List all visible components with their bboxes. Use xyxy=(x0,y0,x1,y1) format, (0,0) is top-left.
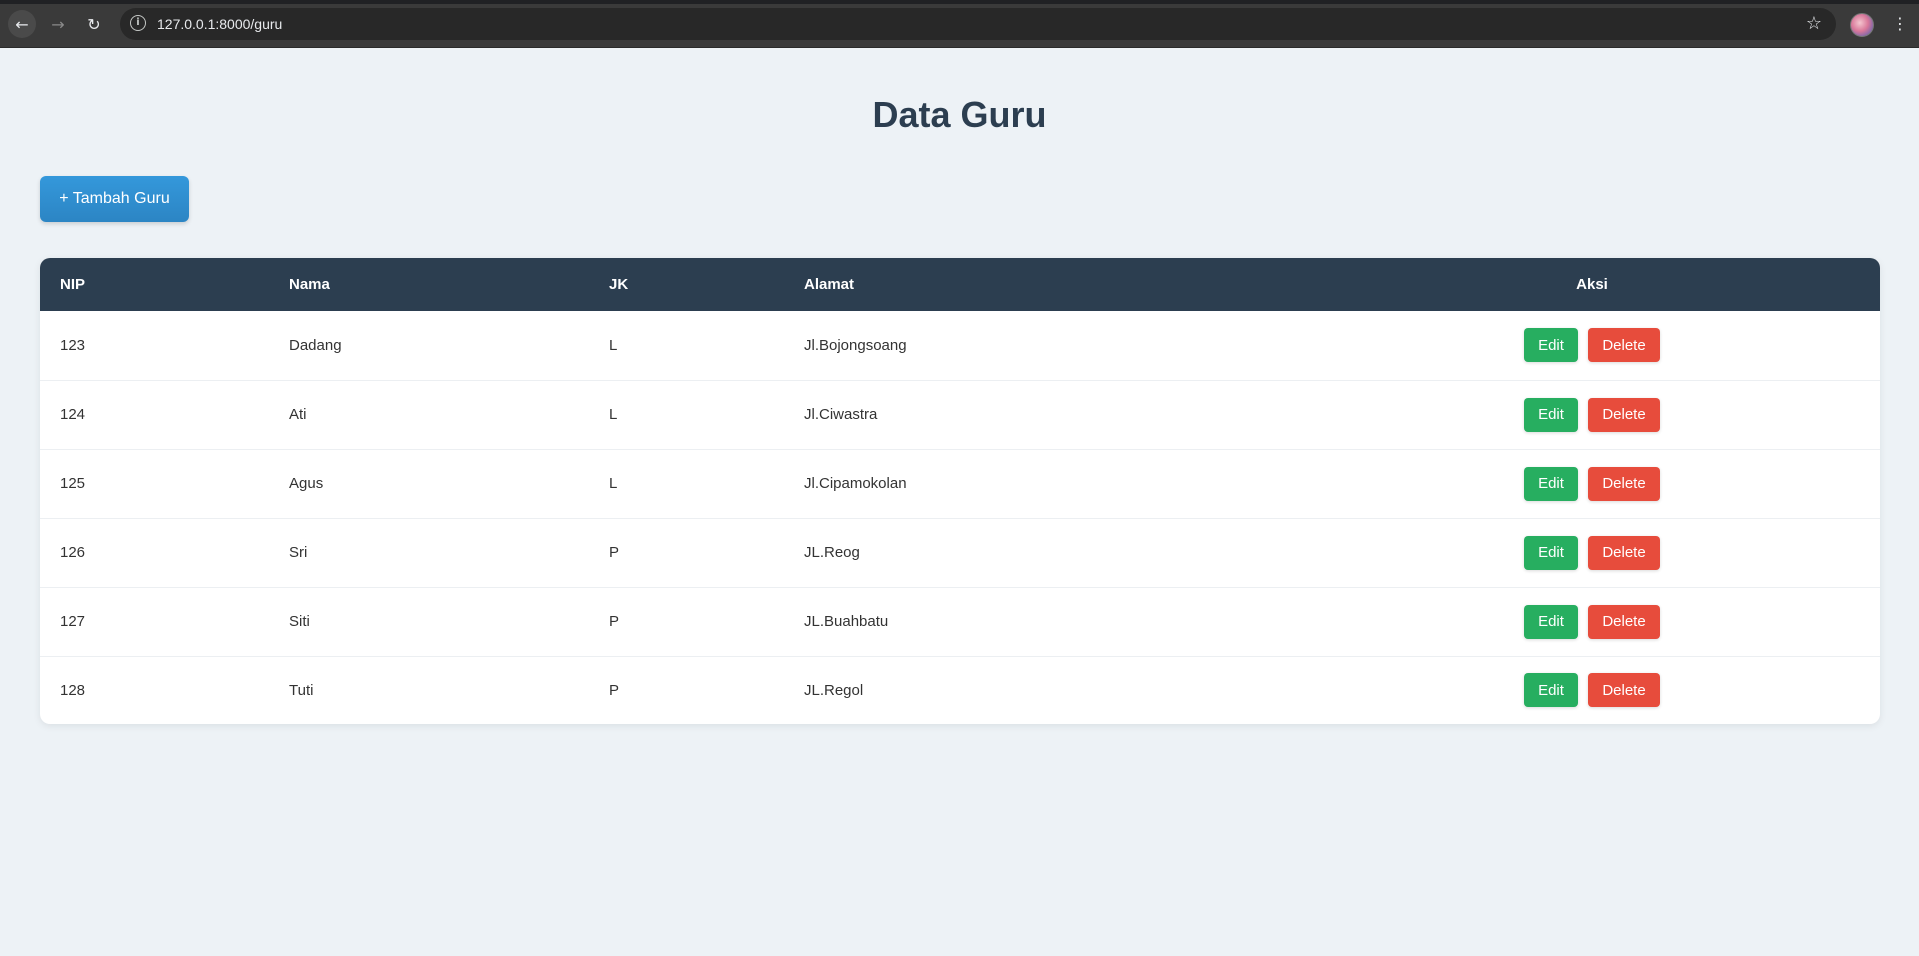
cell-nip: 124 xyxy=(60,406,86,423)
cell-jk: L xyxy=(609,475,618,492)
edit-button[interactable]: Edit xyxy=(1524,535,1578,570)
column-header-alamat: Alamat xyxy=(804,276,855,293)
cell-jk: L xyxy=(609,406,618,423)
guru-table: NIP Nama JK Alamat Aksi 123 Dadang L Jl.… xyxy=(40,258,1880,724)
site-info-icon[interactable]: i xyxy=(130,15,146,31)
cell-alamat: JL.Buahbatu xyxy=(804,613,889,630)
cell-nip: 127 xyxy=(60,613,86,630)
back-arrow-icon[interactable]: ← xyxy=(8,10,36,38)
cell-jk: P xyxy=(609,613,620,630)
cell-alamat: JL.Reog xyxy=(804,544,860,561)
delete-button[interactable]: Delete xyxy=(1588,535,1660,570)
cell-aksi: Edit Delete xyxy=(1304,449,1880,518)
delete-button[interactable]: Delete xyxy=(1588,328,1660,363)
cell-nip: 125 xyxy=(60,475,86,492)
cell-nip: 126 xyxy=(60,544,86,561)
cell-alamat: Jl.Ciwastra xyxy=(804,406,878,423)
add-guru-button[interactable]: + Tambah Guru xyxy=(40,176,189,222)
bookmark-star-icon[interactable]: ☆ xyxy=(1806,13,1822,34)
cell-aksi: Edit Delete xyxy=(1304,380,1880,449)
browser-toolbar: ← → ↻ i 127.0.0.1:8000/guru ☆ ⋮ xyxy=(0,0,1919,48)
cell-nama: Tuti xyxy=(289,681,314,699)
cell-alamat: Jl.Bojongsoang xyxy=(804,336,907,354)
delete-button[interactable]: Delete xyxy=(1588,604,1660,639)
table-header: NIP Nama JK Alamat Aksi xyxy=(40,258,1880,311)
table-row: 125 Agus L Jl.Cipamokolan Edit Delete xyxy=(40,449,1880,518)
edit-button[interactable]: Edit xyxy=(1524,673,1578,708)
reload-icon[interactable]: ↻ xyxy=(80,10,108,38)
delete-button[interactable]: Delete xyxy=(1588,466,1660,501)
cell-jk: L xyxy=(609,336,618,354)
tab-strip xyxy=(0,0,1919,4)
edit-button[interactable]: Edit xyxy=(1524,397,1578,432)
cell-nama: Agus xyxy=(289,475,324,492)
cell-alamat: JL.Regol xyxy=(804,681,864,699)
cell-nama: Siti xyxy=(289,613,310,630)
cell-nip: 128 xyxy=(60,681,86,699)
column-header-nama: Nama xyxy=(289,276,330,293)
table-body: 123 Dadang L Jl.Bojongsoang Edit Delete 1… xyxy=(40,311,1880,724)
profile-avatar[interactable] xyxy=(1850,13,1874,37)
cell-alamat: Jl.Cipamokolan xyxy=(804,475,907,492)
table-row: 128 Tuti P JL.Regol Edit Delete xyxy=(40,656,1880,724)
table-row: 126 Sri P JL.Reog Edit Delete xyxy=(40,518,1880,587)
cell-aksi: Edit Delete xyxy=(1304,656,1880,724)
table-row: 124 Ati L Jl.Ciwastra Edit Delete xyxy=(40,380,1880,449)
delete-button[interactable]: Delete xyxy=(1588,397,1660,432)
page-content: Data Guru + Tambah Guru NIP Nama JK Alam… xyxy=(0,48,1919,956)
address-url[interactable]: 127.0.0.1:8000/guru xyxy=(157,16,282,32)
page-title: Data Guru xyxy=(872,94,1047,135)
cell-nip: 123 xyxy=(60,336,86,354)
column-header-aksi: Aksi xyxy=(1576,276,1608,293)
cell-jk: P xyxy=(609,681,620,699)
delete-button[interactable]: Delete xyxy=(1588,673,1660,708)
cell-nama: Sri xyxy=(289,544,308,561)
address-bar[interactable]: i 127.0.0.1:8000/guru ☆ xyxy=(120,8,1836,40)
column-header-jk: JK xyxy=(609,276,629,293)
edit-button[interactable]: Edit xyxy=(1524,604,1578,639)
kebab-menu-icon[interactable]: ⋮ xyxy=(1892,12,1908,36)
guru-table-container: NIP Nama JK Alamat Aksi 123 Dadang L Jl.… xyxy=(40,258,1880,724)
cell-jk: P xyxy=(609,544,620,561)
table-row: 127 Siti P JL.Buahbatu Edit Delete xyxy=(40,587,1880,656)
cell-nama: Dadang xyxy=(289,336,342,354)
cell-aksi: Edit Delete xyxy=(1304,587,1880,656)
edit-button[interactable]: Edit xyxy=(1524,466,1578,501)
table-row: 123 Dadang L Jl.Bojongsoang Edit Delete xyxy=(40,311,1880,380)
forward-arrow-icon[interactable]: → xyxy=(44,10,72,38)
edit-button[interactable]: Edit xyxy=(1524,328,1578,363)
cell-nama: Ati xyxy=(289,406,307,423)
cell-aksi: Edit Delete xyxy=(1304,311,1880,380)
column-header-nip: NIP xyxy=(60,276,86,293)
cell-aksi: Edit Delete xyxy=(1304,518,1880,587)
